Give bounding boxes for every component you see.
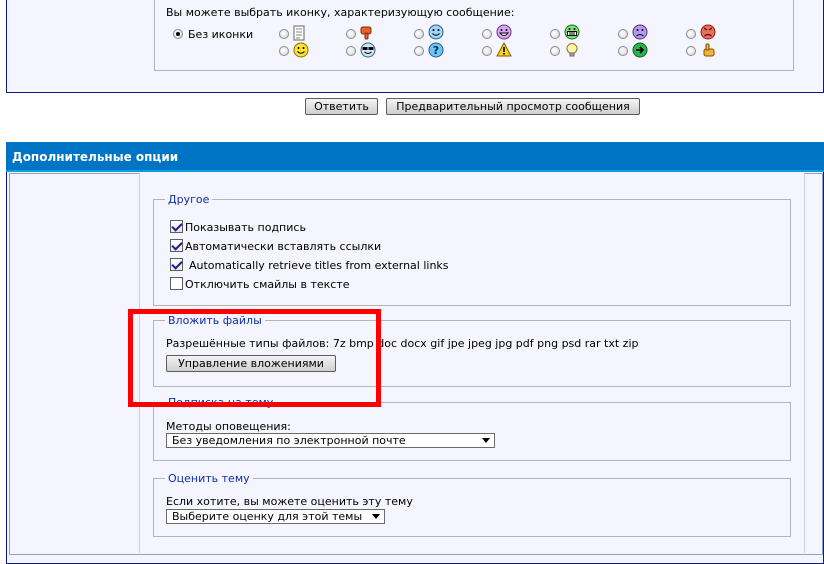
frown-purple-icon — [632, 24, 648, 40]
lightbulb-icon — [566, 43, 578, 57]
radio-icon-lightbulb[interactable] — [550, 46, 560, 56]
cool-icon — [360, 42, 376, 58]
notification-label: Методы оповещения: — [166, 420, 291, 433]
disable-smilies-checkbox[interactable] — [170, 277, 183, 290]
arrow-right-icon — [632, 42, 648, 58]
radio-icon-note[interactable] — [279, 29, 289, 39]
radio-icon-wink[interactable] — [414, 46, 424, 56]
highlight-box — [128, 309, 381, 407]
thumbs-down-icon — [360, 26, 372, 40]
svg-text:?: ? — [433, 44, 439, 57]
radio-icon-smile-blue[interactable] — [414, 29, 424, 39]
disable-smilies-label: Отключить смайлы в тексте — [185, 278, 350, 291]
retrieve-titles-label: Automatically retrieve titles from exter… — [189, 259, 449, 272]
warning-icon — [496, 42, 512, 57]
rating-label: Если хотите, вы можете оценить эту тему — [166, 495, 413, 508]
radio-icon-arrow-right[interactable] — [618, 46, 628, 56]
auto-links-checkbox[interactable] — [170, 239, 183, 252]
reply-button[interactable]: Ответить — [305, 98, 378, 115]
grin-purple-icon — [496, 24, 512, 40]
smile-yellow-icon — [293, 42, 309, 58]
rating-legend: Оценить тему — [165, 473, 253, 485]
show-signature-label: Показывать подпись — [185, 221, 306, 234]
grin-green-icon — [564, 24, 580, 40]
radio-icon-grin-purple[interactable] — [482, 29, 492, 39]
options-header: Дополнительные опции — [6, 142, 824, 172]
radio-no-icon[interactable] — [173, 29, 183, 39]
radio-icon-frown-purple[interactable] — [618, 29, 628, 39]
smile-blue-icon — [428, 24, 444, 40]
thumbs-up-icon — [703, 43, 715, 57]
radio-icon-cool[interactable] — [346, 46, 356, 56]
radio-icon-thumbs-down[interactable] — [346, 29, 356, 39]
auto-links-label: Автоматически вставлять ссылки — [185, 240, 382, 253]
radio-icon-warning[interactable] — [482, 46, 492, 56]
wink-icon: ? — [428, 42, 444, 58]
note-icon — [293, 25, 305, 41]
notification-selected: Без уведомления по электронной почте — [172, 434, 406, 447]
radio-icon-smile-yellow[interactable] — [279, 46, 289, 56]
chevron-down-icon — [482, 438, 490, 443]
preview-button[interactable]: Предварительный просмотр сообщения — [386, 98, 640, 115]
chevron-down-icon — [372, 514, 380, 519]
radio-icon-thumbs-up[interactable] — [686, 46, 696, 56]
message-icon-prompt: Вы можете выбрать иконку, характеризующу… — [166, 6, 515, 19]
misc-legend: Другое — [165, 194, 213, 206]
radio-icon-angry-red[interactable] — [686, 29, 696, 39]
no-icon-label: Без иконки — [188, 28, 254, 41]
angry-red-icon — [700, 24, 716, 40]
radio-icon-grin-green[interactable] — [550, 29, 560, 39]
retrieve-titles-checkbox[interactable] — [170, 258, 183, 271]
rating-selected: Выберите оценку для этой темы — [172, 510, 363, 523]
rating-select[interactable]: Выберите оценку для этой темы — [166, 509, 385, 524]
notification-select[interactable]: Без уведомления по электронной почте — [166, 433, 495, 448]
show-signature-checkbox[interactable] — [170, 220, 183, 233]
